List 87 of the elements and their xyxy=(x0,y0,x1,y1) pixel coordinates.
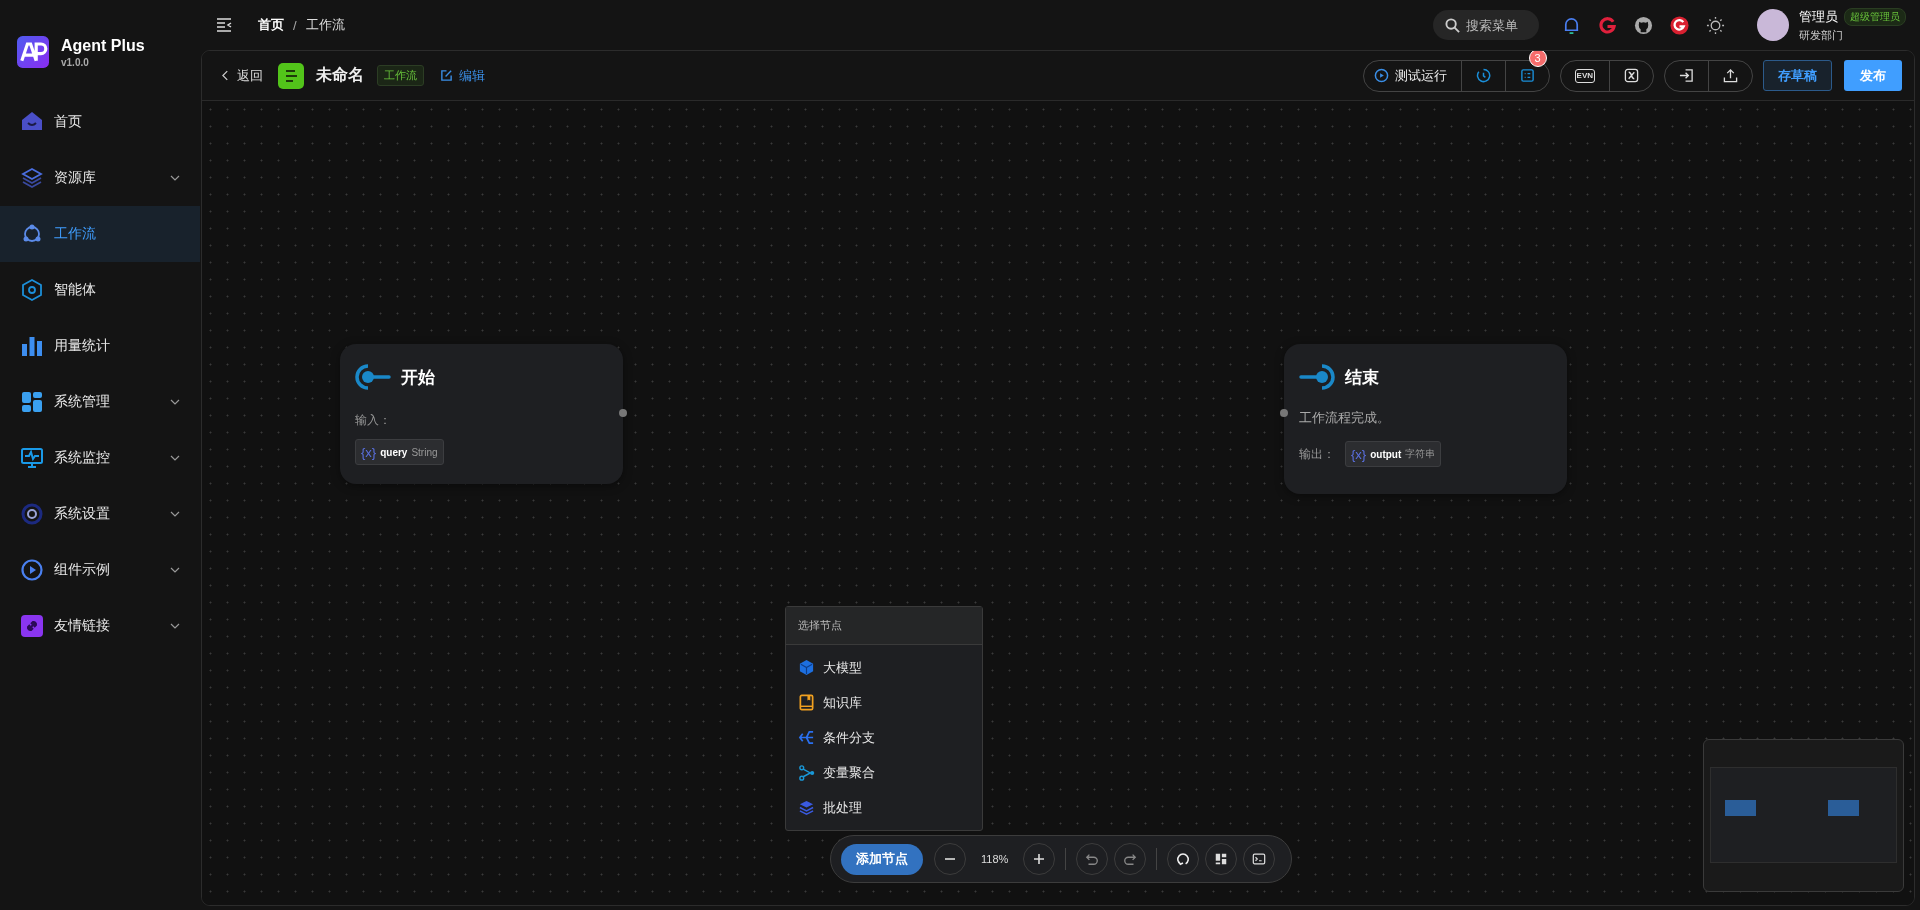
nav-icon xyxy=(20,558,44,582)
end-node-icon xyxy=(1299,362,1335,392)
edit-button[interactable]: 编辑 xyxy=(440,66,485,85)
nav-item[interactable]: 用量统计 xyxy=(0,318,200,374)
refresh-icon xyxy=(1176,852,1191,866)
nav-icon xyxy=(20,502,44,526)
plus-icon xyxy=(1032,852,1047,866)
breadcrumb-link[interactable]: 首页 xyxy=(258,16,284,34)
node-label: 输入： xyxy=(355,412,392,429)
menu-item-icon xyxy=(798,694,815,711)
nav-icon xyxy=(20,390,44,414)
node-description: 工作流程完成。 xyxy=(1299,409,1391,427)
nav-item[interactable]: 资源库 xyxy=(0,150,200,206)
nav-item[interactable]: 系统监控 xyxy=(0,430,200,486)
user-name: 管理员 xyxy=(1799,7,1838,26)
search-field[interactable]: 搜索菜单 xyxy=(1433,10,1539,40)
start-node-icon xyxy=(355,362,391,392)
minimap-node xyxy=(1725,800,1756,816)
connection-handle[interactable] xyxy=(1280,409,1288,417)
menu-title: 选择节点 xyxy=(786,607,982,645)
nav-item[interactable]: 首页 xyxy=(0,94,200,150)
nav-item[interactable]: 系统设置 xyxy=(0,486,200,542)
edit-icon xyxy=(440,69,453,82)
document-icon xyxy=(278,62,304,89)
menu-item[interactable]: 变量聚合 xyxy=(786,755,982,790)
menu-item[interactable]: 条件分支 xyxy=(786,720,982,755)
terminal-icon xyxy=(1252,852,1267,866)
nav-item[interactable]: 智能体 xyxy=(0,262,200,318)
menu-item-icon xyxy=(798,764,815,781)
node-title: 结束 xyxy=(1345,366,1379,389)
checklist-icon xyxy=(1519,68,1535,83)
zoom-level: 118% xyxy=(981,853,1009,865)
layout-button[interactable] xyxy=(1205,843,1238,875)
menu-item-icon xyxy=(798,659,815,676)
node-label: 输出： xyxy=(1299,445,1335,463)
console-button[interactable] xyxy=(1243,843,1276,875)
menu-item-icon xyxy=(798,799,815,816)
menu-item[interactable]: 大模型 xyxy=(786,650,982,685)
back-button[interactable]: 返回 xyxy=(222,66,263,85)
redo-icon xyxy=(1123,852,1138,866)
import-icon xyxy=(1679,68,1694,83)
minimap-node xyxy=(1828,800,1859,816)
workflow-title: 未命名 xyxy=(316,65,364,85)
logo-icon xyxy=(17,36,49,68)
github-icon[interactable] xyxy=(1633,15,1653,35)
undo-button[interactable] xyxy=(1076,843,1109,875)
sun-icon[interactable] xyxy=(1705,15,1725,35)
menu-item[interactable]: 知识库 xyxy=(786,685,982,720)
workflow-tag: 工作流 xyxy=(377,65,424,86)
role-badge: 超级管理员 xyxy=(1844,7,1906,26)
chevron-left-icon xyxy=(222,70,229,81)
nav-icon xyxy=(20,278,44,302)
save-draft-button[interactable]: 存草稿 xyxy=(1763,60,1832,91)
avatar[interactable] xyxy=(1757,9,1789,41)
breadcrumb-link[interactable]: 工作流 xyxy=(305,16,345,34)
variable-chip: {x} output 字符串 xyxy=(1345,441,1442,467)
upload-icon xyxy=(1723,68,1738,83)
play-icon xyxy=(1373,68,1389,83)
refresh-button[interactable] xyxy=(1167,843,1200,875)
user-department: 研发部门 xyxy=(1799,27,1844,43)
minimap[interactable] xyxy=(1703,739,1904,892)
menu-item[interactable]: 批处理 xyxy=(786,790,982,825)
menu-item-icon xyxy=(798,729,815,746)
zoom-in-button[interactable] xyxy=(1023,843,1056,875)
variable-icon xyxy=(1624,68,1639,83)
nav-icon xyxy=(20,614,44,638)
connection-handle[interactable] xyxy=(619,409,627,417)
undo-icon xyxy=(1085,852,1100,866)
nav-item[interactable]: 友情链接 xyxy=(0,598,200,654)
add-node-button[interactable]: 添加节点 xyxy=(841,843,923,875)
layout-icon xyxy=(1214,852,1229,866)
notification-badge: 3 xyxy=(1528,51,1547,67)
redo-button[interactable] xyxy=(1114,843,1147,875)
nav-icon xyxy=(20,334,44,358)
app-version: v1.0.0 xyxy=(61,56,90,68)
clock-icon xyxy=(1475,68,1491,83)
nav-item[interactable]: 工作流 xyxy=(0,206,200,262)
node-title: 开始 xyxy=(401,366,435,389)
nav-item[interactable]: 组件示例 xyxy=(0,542,200,598)
menu-icon[interactable] xyxy=(216,18,232,32)
breadcrumb-separator: / xyxy=(293,17,297,33)
nav-item[interactable]: 系统管理 xyxy=(0,374,200,430)
app-name: Agent Plus xyxy=(61,36,145,55)
nav-icon xyxy=(20,166,44,190)
variable-chip: {x} query String xyxy=(355,439,444,465)
nav-icon xyxy=(20,446,44,470)
logo-icon[interactable] xyxy=(1669,15,1689,35)
